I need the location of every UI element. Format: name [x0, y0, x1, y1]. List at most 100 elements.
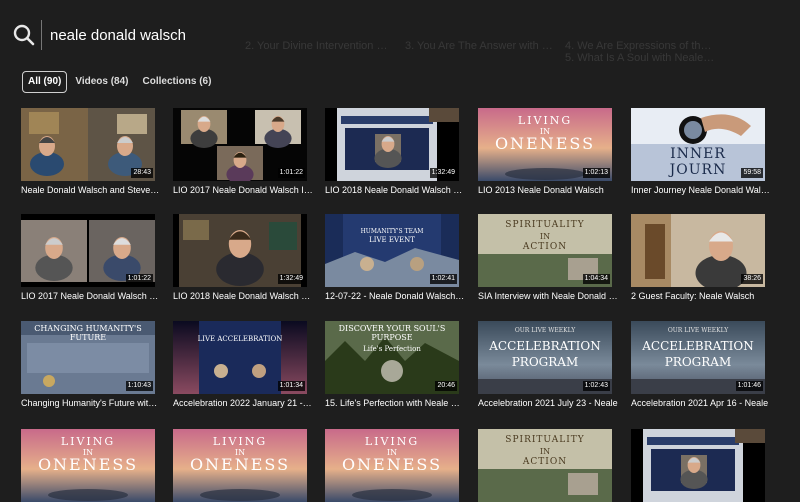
video-thumbnail[interactable]: CHANGING HUMANITY'S FUTURE 1:10:43	[21, 321, 155, 394]
duration-badge: 1:10:43	[125, 381, 153, 391]
video-card[interactable]: 38:26 2 Guest Faculty: Neale Walsch	[631, 214, 765, 302]
video-card[interactable]: INNER JOURN 59:58 Inner Journey Neale Donal…	[631, 108, 771, 196]
video-title[interactable]: Accelebration 2021 Apr 16 - Neale	[631, 398, 771, 409]
search-bar	[0, 0, 800, 68]
video-card[interactable]: LIVING IN ONENESS 1:02:13 LIO 2013 Neale Don…	[478, 108, 612, 196]
duration-badge: 1:04:34	[582, 274, 610, 284]
video-thumbnail[interactable]: 28:43	[21, 108, 155, 181]
tab-all[interactable]: All (90)	[22, 71, 68, 93]
video-thumbnail[interactable]: LIVE ACCELEBRATION 1:01:34	[173, 321, 307, 394]
video-thumbnail[interactable]: OUR LIVE WEEKLY ACCELEBRATION PROGRAM 1:01:…	[631, 321, 765, 394]
thumbnail-overlay-text: ONENESS	[494, 134, 596, 153]
duration-badge: 1:01:46	[735, 381, 763, 391]
thumbnail-overlay-text: DISCOVER YOUR SOUL'S PURPOSE	[338, 324, 446, 342]
video-title[interactable]: LIO 2018 Neale Donald Walsch Session	[173, 291, 313, 302]
video-card[interactable]: 28:43 Neale Donald Walsch and Steven Farm…	[21, 108, 161, 196]
duration-badge: 1:02:41	[429, 274, 457, 284]
video-title[interactable]: Neale Donald Walsch and Steven Farmer	[21, 185, 161, 196]
thumbnail-overlay-text: LIVE ACCELEBRATION	[197, 335, 283, 343]
thumbnail-overlay-text: ONENESS	[37, 455, 139, 474]
video-card[interactable]: 1:01:22 LIO 2017 Neale Donald Walsch Sess…	[21, 214, 161, 302]
video-title[interactable]: Inner Journey Neale Donald Walsch	[631, 185, 771, 196]
video-thumbnail[interactable]: DISCOVER YOUR SOUL'S PURPOSE Life's Perfe…	[325, 321, 459, 394]
search-divider	[41, 20, 42, 50]
thumbnail-overlay-text: ACCELEBRATION	[642, 339, 754, 353]
video-card[interactable]: LIVING IN ONENESS	[21, 429, 155, 502]
video-card[interactable]: CHANGING HUMANITY'S FUTURE 1:10:43 Changin…	[21, 321, 161, 409]
video-thumbnail[interactable]: 38:26	[631, 214, 765, 287]
video-title[interactable]: 15. Life's Perfection with Neale Donald …	[325, 398, 465, 409]
video-title[interactable]: LIO 2013 Neale Donald Walsch	[478, 185, 618, 196]
thumbnail-overlay-text: ONENESS	[189, 455, 291, 474]
video-title[interactable]: LIO 2017 Neale Donald Walsch Interview	[173, 185, 313, 196]
filter-tabs: All (90) Videos (84) Collections (6)	[22, 71, 217, 93]
thumbnail-overlay-text: PROGRAM	[664, 355, 732, 369]
video-thumbnail[interactable]: 1:32:49	[173, 214, 307, 287]
video-title[interactable]: Accelebration 2022 January 21 - Neale	[173, 398, 313, 409]
video-card[interactable]	[631, 429, 765, 502]
tab-collections[interactable]: Collections (6)	[137, 72, 218, 92]
duration-badge: 20:46	[435, 381, 457, 391]
thumbnail-overlay-text: PROGRAM	[511, 355, 579, 369]
thumbnail-overlay-text: SPIRITUALITY	[505, 220, 585, 230]
video-card[interactable]: DISCOVER YOUR SOUL'S PURPOSE Life's Perfe…	[325, 321, 465, 409]
video-card[interactable]: 1:32:49 LIO 2018 Neale Donald Walsch Sess…	[173, 214, 313, 302]
video-thumbnail[interactable]: 1:01:22	[173, 108, 307, 181]
video-card[interactable]: LIVE ACCELEBRATION 1:01:34 Accelebration 2…	[173, 321, 313, 409]
thumbnail-overlay-text: OUR LIVE WEEKLY	[667, 327, 729, 334]
tab-videos[interactable]: Videos (84)	[69, 72, 134, 92]
duration-badge: 59:58	[741, 168, 763, 178]
video-thumbnail[interactable]: INNER JOURN 59:58	[631, 108, 765, 181]
thumbnail-overlay-text: LIVING	[364, 435, 420, 448]
video-card[interactable]: OUR LIVE WEEKLY ACCELEBRATION PROGRAM 1:01:…	[631, 321, 768, 409]
video-card[interactable]: HUMANITY'S TEAM LIVE EVENT 1:02:41 12-07-22…	[325, 214, 465, 302]
thumbnail-overlay-text: INNER	[670, 146, 726, 162]
video-title[interactable]: SIA Interview with Neale Donald Walsch	[478, 291, 618, 302]
duration-badge: 1:32:49	[429, 168, 457, 178]
thumbnail-overlay-text: IN	[539, 232, 551, 241]
video-thumbnail[interactable]: LIVING IN ONENESS	[21, 429, 155, 502]
thumbnail-overlay-text: CHANGING HUMANITY'S FUTURE	[34, 324, 142, 342]
video-thumbnail[interactable]: SPIRITUALITY IN ACTION 1:04:34	[478, 214, 612, 287]
video-thumbnail[interactable]: LIVING IN ONENESS	[325, 429, 459, 502]
duration-badge: 1:01:22	[125, 274, 153, 284]
video-card[interactable]: OUR LIVE WEEKLY ACCELEBRATION PROGRAM 1:02:…	[478, 321, 618, 409]
thumbnail-overlay-text: LIVE EVENT	[369, 236, 415, 244]
video-thumbnail[interactable]: 1:32:49	[325, 108, 459, 181]
thumbnail-overlay-text: OUR LIVE WEEKLY	[514, 327, 576, 334]
video-card[interactable]: SPIRITUALITY IN ACTION	[478, 429, 612, 502]
thumbnail-overlay-text: ACCELEBRATION	[489, 339, 601, 353]
video-card[interactable]: 1:01:22 LIO 2017 Neale Donald Walsch Inte…	[173, 108, 313, 196]
video-title[interactable]: LIO 2017 Neale Donald Walsch Session	[21, 291, 161, 302]
thumbnail-overlay-text: SPIRITUALITY	[505, 435, 585, 445]
thumbnail-overlay-text: ACTION	[522, 457, 568, 467]
video-thumbnail[interactable]: LIVING IN ONENESS	[173, 429, 307, 502]
video-thumbnail[interactable]: SPIRITUALITY IN ACTION	[478, 429, 612, 502]
duration-badge: 1:02:43	[582, 381, 610, 391]
search-icon[interactable]	[13, 24, 35, 46]
video-title[interactable]: Accelebration 2021 July 23 - Neale	[478, 398, 618, 409]
video-title[interactable]: LIO 2018 Neale Donald Walsch Keynote	[325, 185, 465, 196]
video-card[interactable]: LIVING IN ONENESS	[173, 429, 307, 502]
video-title[interactable]: 2 Guest Faculty: Neale Walsch	[631, 291, 771, 302]
duration-badge: 1:02:13	[582, 168, 610, 178]
video-thumbnail[interactable]: OUR LIVE WEEKLY ACCELEBRATION PROGRAM 1:02:…	[478, 321, 612, 394]
duration-badge: 28:43	[131, 168, 153, 178]
video-card[interactable]: SPIRITUALITY IN ACTION 1:04:34 SIA Interview…	[478, 214, 618, 302]
video-thumbnail[interactable]: HUMANITY'S TEAM LIVE EVENT 1:02:41	[325, 214, 459, 287]
thumbnail-image	[631, 429, 765, 502]
duration-badge: 1:32:49	[277, 274, 305, 284]
video-thumbnail[interactable]: 1:01:22	[21, 214, 155, 287]
duration-badge: 1:01:22	[277, 168, 305, 178]
duration-badge: 38:26	[741, 274, 763, 284]
thumbnail-overlay-text: Life's Perfection	[363, 345, 421, 353]
video-thumbnail[interactable]	[631, 429, 765, 502]
thumbnail-overlay-text: LIVING	[212, 435, 268, 448]
thumbnail-overlay-text: LIVING	[517, 114, 573, 127]
video-title[interactable]: Changing Humanity's Future with Neale	[21, 398, 161, 409]
search-input[interactable]	[50, 22, 650, 48]
video-title[interactable]: 12-07-22 - Neale Donald Walsch Humanity'…	[325, 291, 465, 302]
video-thumbnail[interactable]: LIVING IN ONENESS 1:02:13	[478, 108, 612, 181]
video-card[interactable]: 1:32:49 LIO 2018 Neale Donald Walsch Keyn…	[325, 108, 465, 196]
video-card[interactable]: LIVING IN ONENESS	[325, 429, 459, 502]
